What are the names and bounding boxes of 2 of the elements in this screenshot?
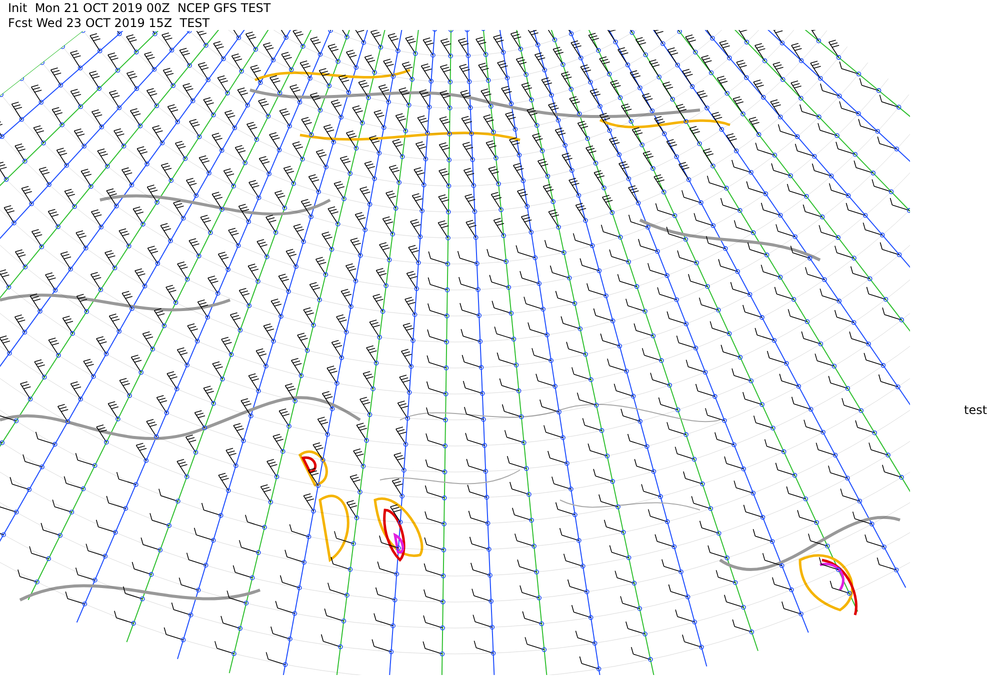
forecast-time-label: Fcst Wed 23 OCT 2019 15Z TEST [8,16,210,31]
side-label: test [964,403,988,417]
